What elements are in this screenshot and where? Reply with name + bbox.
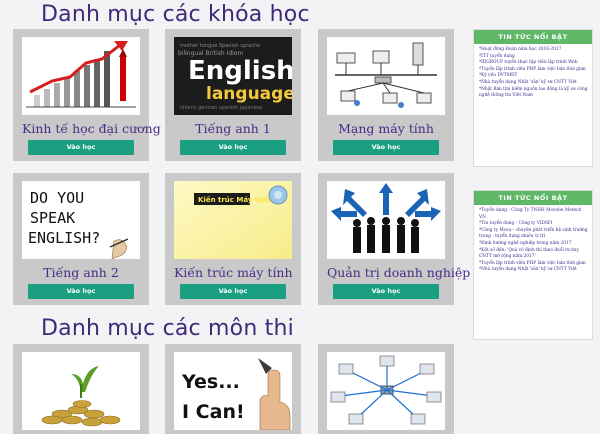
news-item-link[interactable]: *Tuyển dụng - Công Ty TNHH Movobe Motech…: [479, 208, 588, 221]
course-card[interactable]: Kinh tế học đại cương Vào học: [13, 29, 161, 161]
enter-course-button[interactable]: Vào học: [180, 284, 286, 299]
news-item-link[interactable]: *Nhà tuyển dụng Nhật 'sắn' kỹ sư CNTT Vi…: [479, 80, 588, 87]
enter-course-button[interactable]: Vào học: [28, 284, 134, 299]
news-item-link[interactable]: *Tin tuyển dụng - Công ty VIDSFI: [479, 221, 588, 228]
exam-card[interactable]: [13, 344, 149, 434]
course-title: Kinh tế học đại cương: [22, 121, 161, 136]
computer-network-diagram-image: [327, 37, 445, 115]
enter-course-button[interactable]: Vào học: [180, 140, 286, 155]
i-can-text: I Can!: [182, 401, 245, 423]
course-title: Mạng máy tính: [338, 121, 434, 136]
news-box-heading: TIN TỨC NỔI BẬT: [474, 191, 592, 205]
course-title: Kiến trúc máy tính: [174, 265, 293, 280]
news-box-featured: TIN TỨC NỔI BẬT *Hoạt động Đoàn năm học …: [473, 29, 593, 167]
yes-text: Yes...: [181, 371, 240, 393]
news-box-heading: TIN TỨC NỔI BẬT: [474, 30, 592, 44]
courses-section-title: Danh mục các khóa học: [41, 2, 310, 27]
news-item-link[interactable]: *Tuyển lập trình viên PHP làm việc bán t…: [479, 67, 588, 74]
svg-text:mother tongue Spanish sprach: mother tongue Spanish sprache: [180, 43, 260, 49]
coins-plant-growth-image: [22, 352, 140, 430]
news-item-link[interactable]: *Công ty Mova - chuyên phát triển hệ sin…: [479, 228, 588, 241]
course-card[interactable]: Kiến trúc Máy tính Kiến trúc máy tính Và…: [165, 173, 301, 305]
business-people-arrows-image: [327, 181, 445, 259]
svg-text:SPEAK: SPEAK: [30, 209, 75, 227]
network-computers-image: [327, 352, 445, 430]
svg-text:English: English: [188, 56, 292, 86]
enter-course-button[interactable]: Vào học: [28, 140, 134, 155]
computer-architecture-image: Kiến trúc Máy tính: [174, 181, 292, 259]
news-item-link[interactable]: *IDGROUP tuyển thực tập viên lập trình W…: [479, 60, 588, 67]
news-item-link[interactable]: *Kết số đến: 'Quà vô định thì theo đuổi …: [479, 248, 588, 261]
course-card[interactable]: Quản trị doanh nghiệp Vào học: [318, 173, 471, 305]
svg-text:idioms german spanish japan: idioms german spanish japanese: [180, 105, 262, 111]
course-card[interactable]: Mạng máy tính Vào học: [318, 29, 454, 161]
english-language-words-image: mother tongue Spanish sprache bilingual …: [174, 37, 292, 115]
news-item-link[interactable]: *Nhật Bản tìm kiếm nguồn lao động là kỹ …: [479, 87, 588, 100]
news-item-link[interactable]: *Hoạt động Đoàn năm học 2016-2017: [479, 47, 588, 54]
exams-section-title: Danh mục các môn thi: [41, 316, 294, 341]
course-title: Quản trị doanh nghiệp: [327, 265, 471, 280]
svg-text:DO YOU: DO YOU: [30, 189, 84, 207]
rising-bar-chart-arrow-image: [22, 37, 140, 115]
course-card[interactable]: mother tongue Spanish sprache bilingual …: [165, 29, 301, 161]
enter-course-button[interactable]: Vào học: [333, 284, 439, 299]
enter-course-button[interactable]: Vào học: [333, 140, 439, 155]
news-item-link[interactable]: *Kỳ yếu DVTMDT: [479, 73, 588, 80]
do-you-speak-english-image: DO YOU SPEAK ENGLISH?: [22, 181, 140, 259]
course-title: Tiếng anh 1: [195, 121, 271, 136]
news-item-link[interactable]: *Nhà tuyển dụng Nhật 'sắn' kỹ sư CNTT Vi…: [479, 267, 588, 274]
yes-i-can-image: Yes... I Can!: [174, 352, 292, 430]
course-title: Tiếng anh 2: [43, 265, 119, 280]
news-item-link[interactable]: *Định hướng nghề nghiệp trong năm 2017: [479, 241, 588, 248]
course-card[interactable]: DO YOU SPEAK ENGLISH? Tiếng anh 2 Vào họ…: [13, 173, 149, 305]
svg-text:ENGLISH?: ENGLISH?: [28, 229, 100, 247]
exam-card[interactable]: Yes... I Can!: [165, 344, 301, 434]
svg-text:Kiến trúc Máy tính: Kiến trúc Máy tính: [198, 195, 271, 204]
svg-text:language: language: [206, 84, 292, 104]
exam-card[interactable]: [318, 344, 454, 434]
news-box-recruitment: TIN TỨC NỔI BẬT *Tuyển dụng - Công Ty TN…: [473, 190, 593, 340]
